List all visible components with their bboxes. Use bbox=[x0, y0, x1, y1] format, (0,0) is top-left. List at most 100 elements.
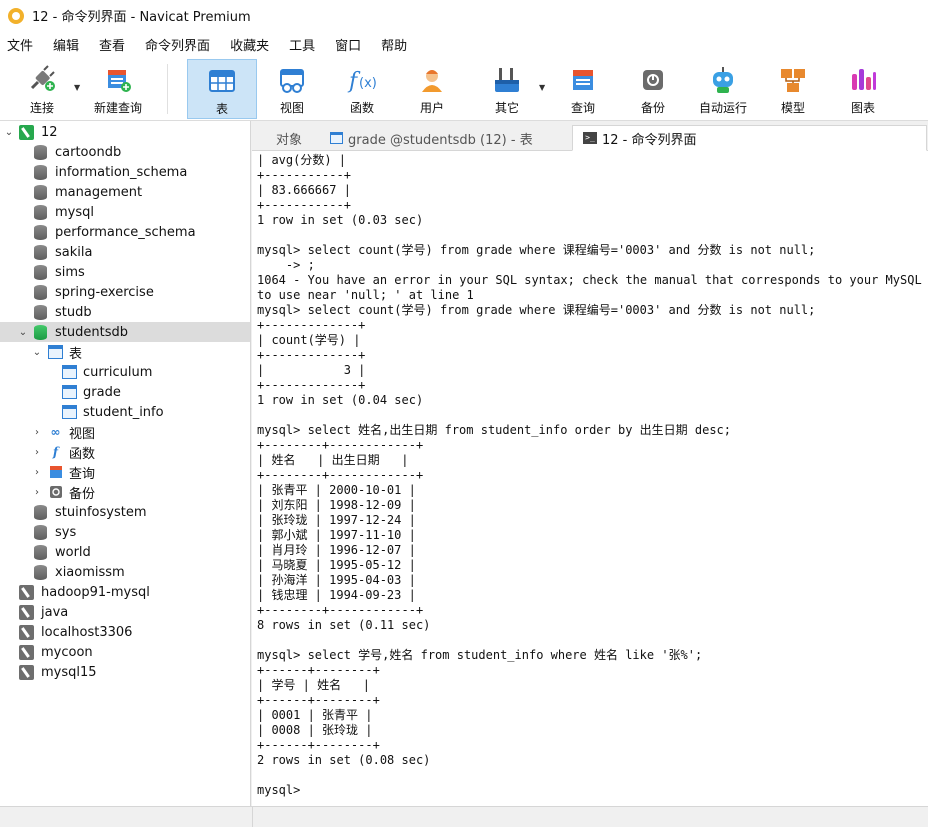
others-button[interactable]: 其它 bbox=[479, 59, 535, 119]
table-icon bbox=[62, 385, 77, 399]
table-button[interactable]: 表 bbox=[187, 59, 257, 119]
tree-db-performance-schema[interactable]: performance_schema bbox=[0, 222, 250, 242]
tree-connection-mysql15[interactable]: mysql15 bbox=[0, 662, 250, 682]
chevron-right-icon[interactable]: › bbox=[32, 467, 42, 478]
tree-group-views[interactable]: › ∞ 视图 bbox=[0, 422, 250, 442]
mysql-connection-icon bbox=[19, 124, 34, 140]
connect-dropdown-icon[interactable]: ▼ bbox=[74, 83, 80, 92]
function-button[interactable]: f (x) 函数 bbox=[334, 59, 390, 119]
terminal-icon: >_ bbox=[583, 132, 597, 144]
mysql-connection-icon bbox=[19, 664, 34, 680]
menu-edit[interactable]: 编辑 bbox=[46, 35, 92, 54]
tree-db-management[interactable]: management bbox=[0, 182, 250, 202]
tree-group-queries[interactable]: › 查询 bbox=[0, 462, 250, 482]
window-title: 12 - 命令列界面 - Navicat Premium bbox=[32, 10, 251, 25]
tab-bar: 对象 grade @studentsdb (12) - 表 >_ 12 - 命令… bbox=[252, 121, 928, 151]
chart-button[interactable]: 图表 bbox=[835, 59, 891, 119]
navicat-logo-icon bbox=[8, 7, 24, 24]
tree-db-sakila[interactable]: sakila bbox=[0, 242, 250, 262]
tree-connection-12[interactable]: ⌄ 12 bbox=[0, 122, 250, 142]
database-icon bbox=[34, 304, 47, 320]
query-icon bbox=[567, 64, 599, 96]
new-query-button[interactable]: 新建查询 bbox=[88, 59, 148, 119]
tree-connection-mycoon[interactable]: mycoon bbox=[0, 642, 250, 662]
query-icon bbox=[48, 465, 63, 480]
status-divider bbox=[252, 807, 253, 827]
view-button[interactable]: 视图 bbox=[264, 59, 320, 119]
tree-connection-hadoop91-mysql[interactable]: hadoop91-mysql bbox=[0, 582, 250, 602]
toolbar-separator bbox=[167, 64, 168, 114]
svg-text:(x): (x) bbox=[359, 76, 377, 91]
tree-table-student-info[interactable]: student_info bbox=[0, 402, 250, 422]
function-icon: f (x) bbox=[346, 64, 378, 96]
mysql-connection-icon bbox=[19, 624, 34, 640]
plug-icon bbox=[26, 64, 58, 96]
view-icon bbox=[276, 64, 308, 96]
chevron-right-icon[interactable]: › bbox=[32, 447, 42, 458]
tree-db-world[interactable]: world bbox=[0, 542, 250, 562]
tree-db-spring-exercise[interactable]: spring-exercise bbox=[0, 282, 250, 302]
tree-db-sims[interactable]: sims bbox=[0, 262, 250, 282]
tree-db-mysql[interactable]: mysql bbox=[0, 202, 250, 222]
automation-button[interactable]: 自动运行 bbox=[692, 59, 754, 119]
database-icon bbox=[34, 204, 47, 220]
model-button[interactable]: 模型 bbox=[765, 59, 821, 119]
chevron-down-icon[interactable]: ⌄ bbox=[32, 347, 42, 358]
console-output[interactable]: | avg(分数) | +-----------+ | 83.666667 | … bbox=[252, 151, 928, 798]
table-icon bbox=[206, 65, 238, 97]
menu-file[interactable]: 文件 bbox=[0, 35, 46, 54]
database-icon bbox=[34, 144, 47, 160]
model-icon bbox=[777, 64, 809, 96]
tab-grade-table[interactable]: grade @studentsdb (12) - 表 bbox=[320, 125, 543, 151]
backup-icon bbox=[48, 485, 63, 500]
navigation-tree: ⌄ 12 cartoondb information_schema manage… bbox=[0, 121, 251, 806]
chevron-right-icon[interactable]: › bbox=[32, 487, 42, 498]
tree-group-functions[interactable]: › f 函数 bbox=[0, 442, 250, 462]
connect-button[interactable]: 连接 bbox=[14, 59, 70, 119]
menu-help[interactable]: 帮助 bbox=[374, 35, 420, 54]
tree-group-tables[interactable]: ⌄ 表 bbox=[0, 342, 250, 362]
tree-db-information-schema[interactable]: information_schema bbox=[0, 162, 250, 182]
menu-tools[interactable]: 工具 bbox=[282, 35, 328, 54]
tree-db-studentsdb[interactable]: ⌄ studentsdb bbox=[0, 322, 250, 342]
view-icon: ∞ bbox=[50, 424, 61, 439]
tree-connection-localhost3306[interactable]: localhost3306 bbox=[0, 622, 250, 642]
tree-db-stuinfosystem[interactable]: stuinfosystem bbox=[0, 502, 250, 522]
robot-icon bbox=[707, 64, 739, 96]
tree-connection-java[interactable]: java bbox=[0, 602, 250, 622]
table-icon bbox=[330, 132, 343, 144]
tab-console[interactable]: >_ 12 - 命令列界面 bbox=[572, 125, 927, 151]
chevron-right-icon[interactable]: › bbox=[32, 427, 42, 438]
chevron-down-icon[interactable]: ⌄ bbox=[18, 327, 28, 338]
main-toolbar: 连接 ▼ 新建查询 表 视图 f (x) 函数 用户 其它 ▼ 查询 备份 自动… bbox=[0, 58, 928, 121]
menu-console[interactable]: 命令列界面 bbox=[138, 35, 223, 54]
menu-view[interactable]: 查看 bbox=[92, 35, 138, 54]
backup-icon bbox=[637, 64, 669, 96]
command-console[interactable]: | avg(分数) | +-----------+ | 83.666667 | … bbox=[252, 151, 928, 806]
database-icon bbox=[34, 524, 47, 540]
database-icon bbox=[34, 264, 47, 280]
tree-db-cartoondb[interactable]: cartoondb bbox=[0, 142, 250, 162]
database-icon bbox=[34, 284, 47, 300]
tree-group-backups[interactable]: › 备份 bbox=[0, 482, 250, 502]
new-query-icon bbox=[102, 64, 134, 96]
chevron-down-icon[interactable]: ⌄ bbox=[4, 127, 14, 138]
mysql-connection-icon bbox=[19, 604, 34, 620]
query-button[interactable]: 查询 bbox=[555, 59, 611, 119]
tree-db-sys[interactable]: sys bbox=[0, 522, 250, 542]
user-icon bbox=[416, 64, 448, 96]
database-icon bbox=[34, 164, 47, 180]
tree-table-curriculum[interactable]: curriculum bbox=[0, 362, 250, 382]
table-icon bbox=[62, 405, 77, 419]
user-button[interactable]: 用户 bbox=[404, 59, 460, 119]
tree-db-studb[interactable]: studb bbox=[0, 302, 250, 322]
tab-objects[interactable]: 对象 bbox=[266, 125, 312, 151]
menu-window[interactable]: 窗口 bbox=[328, 35, 374, 54]
tree-db-xiaomissm[interactable]: xiaomissm bbox=[0, 562, 250, 582]
backup-button[interactable]: 备份 bbox=[625, 59, 681, 119]
menu-bar: 文件 编辑 查看 命令列界面 收藏夹 工具 窗口 帮助 bbox=[0, 31, 928, 58]
menu-favorites[interactable]: 收藏夹 bbox=[223, 35, 282, 54]
tree-table-grade[interactable]: grade bbox=[0, 382, 250, 402]
others-dropdown-icon[interactable]: ▼ bbox=[539, 83, 545, 92]
function-icon: f bbox=[52, 444, 59, 459]
